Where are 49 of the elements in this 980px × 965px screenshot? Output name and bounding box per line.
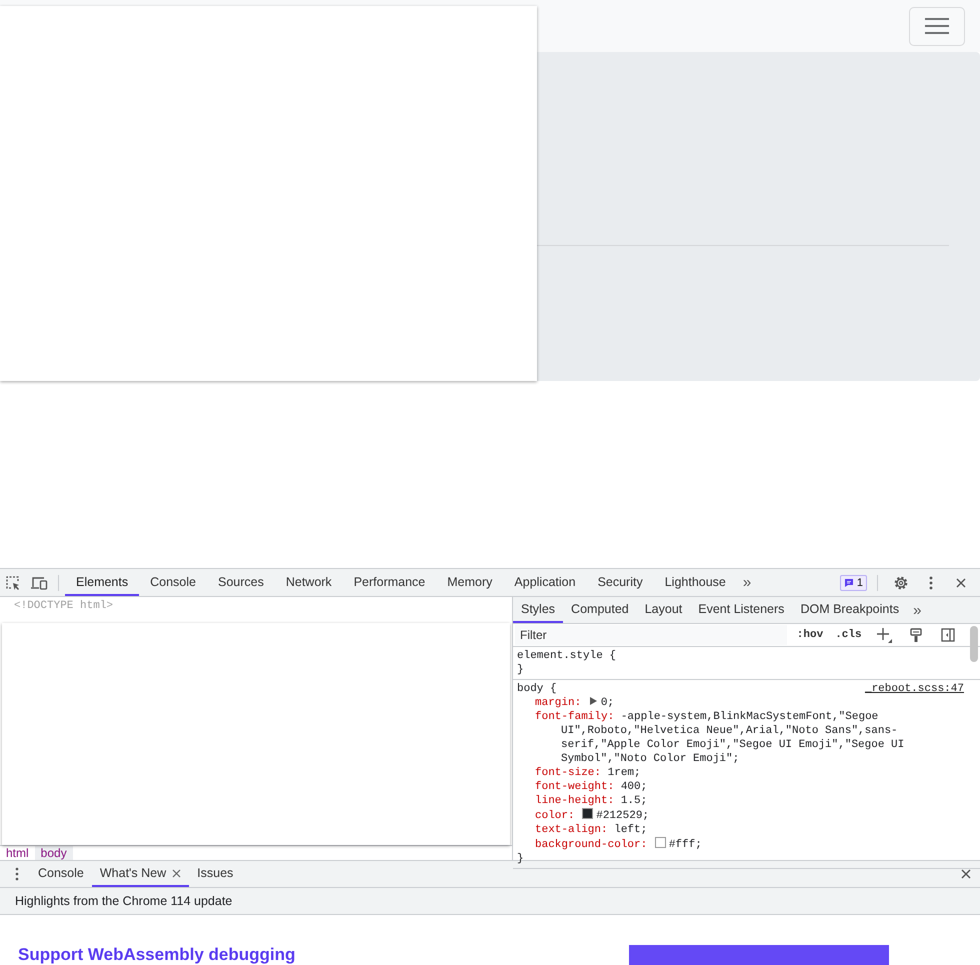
- panel-tab[interactable]: Sources: [206, 569, 275, 596]
- close-icon[interactable]: [955, 576, 967, 588]
- doctype-line: <!DOCTYPE html>: [13, 599, 114, 614]
- panel-tab[interactable]: Performance: [342, 569, 436, 596]
- panel-tab[interactable]: Memory: [436, 569, 504, 596]
- toggle-button[interactable]: .cls: [833, 629, 864, 641]
- more-tabs-button[interactable]: »: [736, 574, 758, 591]
- drawer-tab[interactable]: Console: [30, 861, 92, 887]
- close-icon[interactable]: [960, 868, 972, 880]
- breadcrumb[interactable]: html: [0, 846, 35, 860]
- color-swatch[interactable]: [654, 837, 666, 848]
- css-declaration: font-size: 1rem;: [535, 766, 641, 780]
- issues-badge[interactable]: 1: [840, 574, 867, 590]
- panel-tab[interactable]: Lighthouse: [654, 569, 737, 596]
- sidebar-tab[interactable]: DOM Breakpoints: [792, 597, 908, 623]
- panel-tab[interactable]: Network: [274, 569, 343, 596]
- closing-brace: }: [517, 663, 525, 677]
- scrollbar-thumb[interactable]: [970, 626, 978, 662]
- expand-icon[interactable]: [590, 697, 597, 705]
- breadcrumb[interactable]: body: [34, 846, 73, 860]
- css-selector: element.style {: [517, 649, 616, 663]
- close-icon[interactable]: [172, 868, 182, 878]
- sidebar-tab[interactable]: Computed: [563, 597, 637, 623]
- more-tabs-button[interactable]: »: [907, 602, 928, 618]
- closing-brace: }: [517, 852, 525, 866]
- drawer-tab[interactable]: Issues: [189, 861, 242, 887]
- menu-button[interactable]: [909, 6, 965, 46]
- panel-tab[interactable]: Console: [139, 569, 207, 596]
- panel-tab[interactable]: Security: [586, 569, 654, 596]
- css-declaration: line-height: 1.5;: [535, 794, 648, 808]
- sidebar-tab[interactable]: Layout: [636, 597, 690, 623]
- css-declaration: background-color: #fff;: [535, 837, 702, 852]
- source-link[interactable]: _reboot.scss:47: [864, 682, 964, 696]
- panel-tab[interactable]: Elements: [65, 569, 140, 596]
- article-heading[interactable]: Support WebAssembly debugging: [18, 945, 296, 965]
- panel-tab[interactable]: Application: [503, 569, 587, 596]
- sidebar-tab[interactable]: Event Listeners: [690, 597, 792, 623]
- css-declaration: font-family: -apple-system,BlinkMacSystemFont,"Segoe UI",Roboto,"Helvetica Neue",Arial,"Noto Sans",sans-serif,"Apple Color Emoji","Segoe UI Emoji","Segoe UI Symbol","Noto Color Emoji";: [535, 710, 906, 766]
- banner-text: Highlights from the Chrome 114 update: [15, 894, 232, 908]
- css-declaration: text-align: left;: [535, 823, 648, 837]
- filter-field[interactable]: Filter: [515, 625, 787, 645]
- css-declaration: margin: 0;: [535, 696, 614, 710]
- css-declaration: color: #212529;: [535, 808, 650, 823]
- css-selector: body {: [517, 682, 557, 696]
- css-declaration: font-weight: 400;: [535, 780, 648, 794]
- color-swatch[interactable]: [582, 808, 594, 819]
- menu-icon: [925, 17, 949, 35]
- toggle-button[interactable]: :hov: [794, 629, 826, 641]
- sidebar-tab[interactable]: Styles: [513, 597, 564, 623]
